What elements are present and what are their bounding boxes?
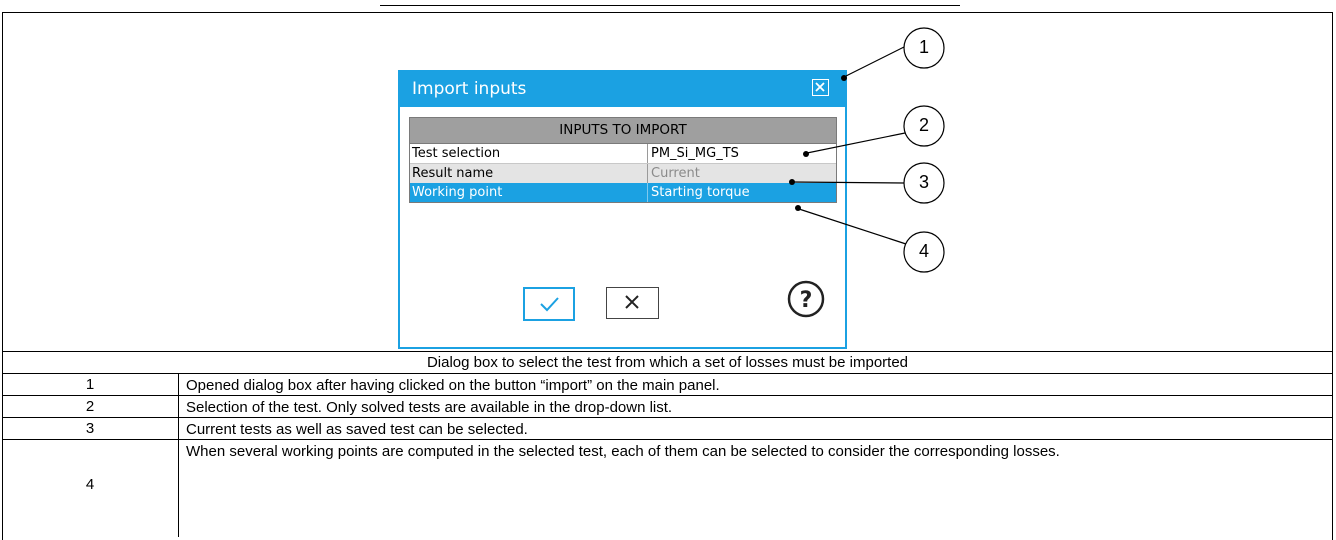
divider [2, 395, 1333, 396]
callout-1: 1 [918, 37, 929, 57]
callout-4: 4 [918, 241, 929, 261]
legend-text: Opened dialog box after having clicked o… [186, 377, 720, 394]
legend-number: 4 [85, 476, 95, 493]
legend-text: Current tests as well as saved test can … [186, 421, 528, 438]
divider [2, 373, 1333, 374]
legend-number: 2 [85, 398, 95, 415]
legend-number: 1 [85, 376, 95, 393]
callout-lines [789, 27, 945, 273]
legend-text: Selection of the test. Only solved tests… [186, 399, 673, 416]
callout-2: 2 [918, 115, 929, 135]
legend-number: 3 [85, 420, 95, 437]
callout-3: 3 [918, 172, 929, 192]
column-divider [178, 373, 179, 537]
figure-caption: Dialog box to select the test from which… [426, 354, 909, 371]
legend-text: When several working points are computed… [186, 443, 1060, 460]
divider [2, 417, 1333, 418]
divider [2, 439, 1333, 440]
